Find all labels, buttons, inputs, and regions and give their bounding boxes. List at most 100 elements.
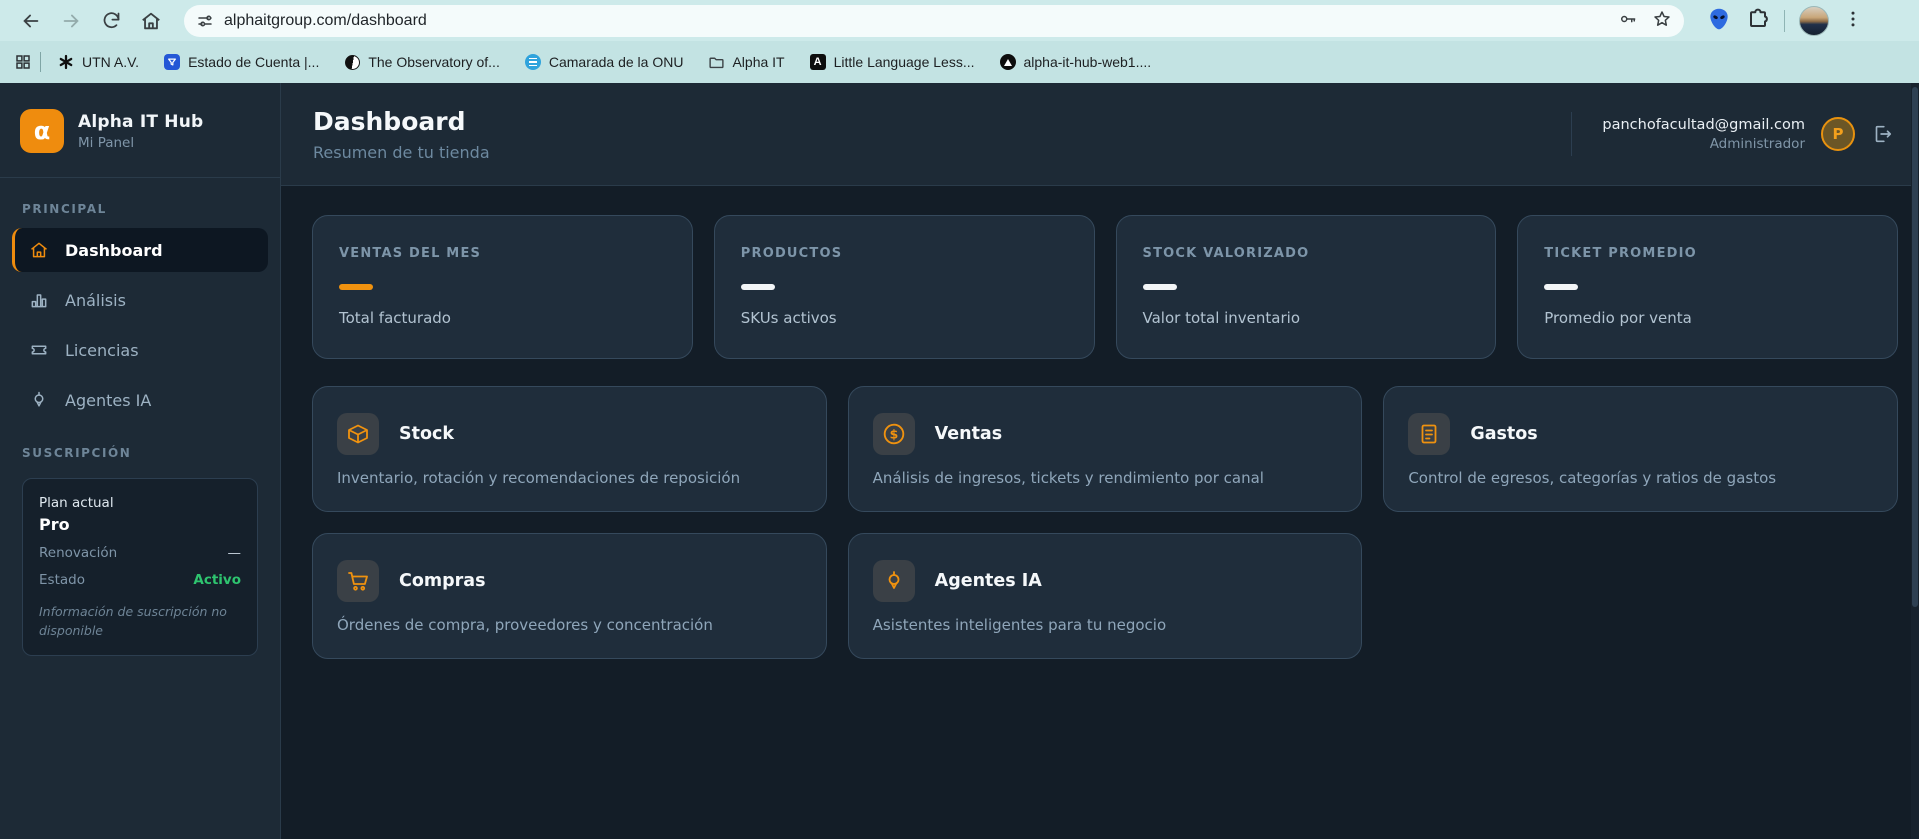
stat-label: STOCK VALORIZADO <box>1142 246 1310 261</box>
bookmark-camarada-onu[interactable]: Camarada de la ONU <box>516 49 692 75</box>
stat-card-ventas-del-mes[interactable]: VENTAS DEL MES Total facturado <box>312 215 693 359</box>
page-subtitle: Resumen de tu tienda <box>313 142 490 162</box>
url-bar[interactable]: alphaitgroup.com/dashboard <box>184 4 1684 37</box>
module-description: Análisis de ingresos, tickets y rendimie… <box>872 469 1264 487</box>
browser-menu-icon[interactable] <box>1843 9 1863 33</box>
plan-label: Plan actual <box>39 495 114 511</box>
home-icon <box>31 242 47 258</box>
forward-arrow-icon <box>63 14 79 27</box>
user-avatar[interactable]: P <box>1821 117 1855 151</box>
module-card-ventas[interactable]: $ Ventas Análisis de ingresos, tickets y… <box>847 386 1363 512</box>
dashboard-content: VENTAS DEL MES Total facturado PRODUCTOS… <box>281 186 1919 659</box>
stat-card-ticket-promedio[interactable]: TICKET PROMEDIO Promedio por venta <box>1517 215 1898 359</box>
apps-grid-icon[interactable] <box>14 53 32 71</box>
forward-button[interactable] <box>54 4 88 38</box>
home-button[interactable] <box>134 4 168 38</box>
bookmark-star-icon[interactable] <box>1652 9 1672 33</box>
module-title: Ventas <box>934 424 1003 444</box>
module-description: Inventario, rotación y recomendaciones d… <box>337 469 741 487</box>
sidebar-item-label: Agentes IA <box>65 390 152 410</box>
app-subtitle: Mi Panel <box>78 134 135 151</box>
bar-chart-icon <box>31 294 47 308</box>
alien-extension-icon[interactable] <box>1706 6 1732 36</box>
utn-logo-icon <box>57 53 75 71</box>
url-text[interactable]: alphaitgroup.com/dashboard <box>224 12 1618 30</box>
module-card-gastos[interactable]: Gastos Control de egresos, categorías y … <box>1383 386 1898 512</box>
reload-icon <box>103 12 119 29</box>
stat-label: PRODUCTOS <box>740 246 843 261</box>
status-badge: Activo <box>193 572 241 588</box>
module-title: Agentes IA <box>934 571 1042 591</box>
sidebar-item-label: Dashboard <box>65 240 163 260</box>
main-area: Dashboard Resumen de tu tienda panchofac… <box>281 83 1919 839</box>
module-card-compras[interactable]: Compras Órdenes de compra, proveedores y… <box>312 533 827 659</box>
receipt-icon <box>1408 413 1451 455</box>
folder-icon <box>707 53 725 71</box>
section-subscription-label: SUSCRIPCIÓN <box>22 446 132 460</box>
sidebar-item-dashboard[interactable]: Dashboard <box>12 228 268 272</box>
stat-sublabel: SKUs activos <box>740 309 837 327</box>
reload-button[interactable] <box>94 4 128 38</box>
back-button[interactable] <box>14 4 48 38</box>
stat-card-stock-valorizado[interactable]: STOCK VALORIZADO Valor total inventario <box>1115 215 1497 359</box>
renewal-label: Renovación <box>39 545 118 561</box>
status-label: Estado <box>39 572 85 588</box>
cart-icon <box>337 560 379 602</box>
sidebar-item-label: Licencias <box>65 340 139 360</box>
bot-icon <box>34 391 44 407</box>
sidebar-item-agentes-ia[interactable]: Agentes IA <box>12 378 268 422</box>
stats-row: VENTAS DEL MES Total facturado PRODUCTOS… <box>312 215 1898 359</box>
section-principal-label: PRINCIPAL <box>22 202 107 216</box>
toolbar-divider <box>1784 9 1785 32</box>
user-email: panchofacultad@gmail.com <box>1602 116 1805 133</box>
module-title: Gastos <box>1470 424 1538 444</box>
module-card-agentes-ia[interactable]: Agentes IA Asistentes inteligentes para … <box>847 533 1363 659</box>
stat-card-productos[interactable]: PRODUCTOS SKUs activos <box>713 215 1095 359</box>
bookmark-label: alpha-it-hub-web1.... <box>1023 54 1152 70</box>
module-card-stock[interactable]: Stock Inventario, rotación y recomendaci… <box>312 386 827 512</box>
bookmark-estado-de-cuenta[interactable]: Estado de Cuenta |... <box>155 49 327 75</box>
sidebar-item-analisis[interactable]: Análisis <box>12 278 268 322</box>
modules-grid: Stock Inventario, rotación y recomendaci… <box>312 386 1898 659</box>
ticket-icon <box>31 345 47 355</box>
app-window: α Alpha IT Hub Mi Panel PRINCIPAL Dashbo… <box>0 83 1919 839</box>
svg-text:$: $ <box>889 427 898 442</box>
un-circle-icon <box>524 53 542 71</box>
black-a-icon: A <box>809 53 827 71</box>
crescent-icon <box>343 53 361 71</box>
subscription-card: Plan actual Pro Renovación — Estado Acti… <box>22 478 258 656</box>
stat-dash <box>1142 284 1177 290</box>
extensions-puzzle-icon[interactable] <box>1746 7 1770 35</box>
header-divider <box>1571 112 1573 156</box>
password-key-icon[interactable] <box>1618 9 1638 33</box>
user-role: Administrador <box>1709 135 1805 152</box>
renewal-value: — <box>227 545 242 561</box>
bookmark-label: Little Language Less... <box>833 54 975 70</box>
sidebar: α Alpha IT Hub Mi Panel PRINCIPAL Dashbo… <box>0 83 281 839</box>
bookmarks-bar: UTN A.V. Estado de Cuenta |... The Obser… <box>0 41 1919 83</box>
page-title: Dashboard <box>313 106 466 136</box>
bookmark-observatory[interactable]: The Observatory of... <box>335 49 508 75</box>
stat-dash <box>740 284 775 290</box>
stat-label: VENTAS DEL MES <box>339 246 482 261</box>
bookmark-little-language[interactable]: A Little Language Less... <box>801 49 983 75</box>
stat-dash <box>339 284 373 290</box>
page-scrollbar[interactable] <box>1911 83 1919 839</box>
app-name: Alpha IT Hub <box>78 111 204 132</box>
bookmarks-divider <box>40 52 41 72</box>
site-info-icon[interactable] <box>196 12 214 30</box>
bookmark-folder-alpha-it[interactable]: Alpha IT <box>699 49 792 75</box>
sidebar-nav: Dashboard Análisis Licencias Agentes IA <box>0 228 280 422</box>
stat-dash <box>1544 284 1579 290</box>
bookmark-utn[interactable]: UTN A.V. <box>49 49 147 75</box>
stat-sublabel: Valor total inventario <box>1142 309 1301 327</box>
page-header: Dashboard Resumen de tu tienda panchofac… <box>281 83 1919 186</box>
sidebar-item-licencias[interactable]: Licencias <box>12 328 268 372</box>
bookmark-label: Estado de Cuenta |... <box>188 54 320 70</box>
stat-sublabel: Total facturado <box>339 309 451 327</box>
module-description: Control de egresos, categorías y ratios … <box>1408 469 1777 487</box>
browser-profile-avatar[interactable] <box>1799 5 1829 36</box>
bookmark-alpha-it-hub-web[interactable]: alpha-it-hub-web1.... <box>991 49 1160 75</box>
logout-button[interactable] <box>1871 123 1893 145</box>
scrollbar-thumb[interactable] <box>1912 87 1918 607</box>
